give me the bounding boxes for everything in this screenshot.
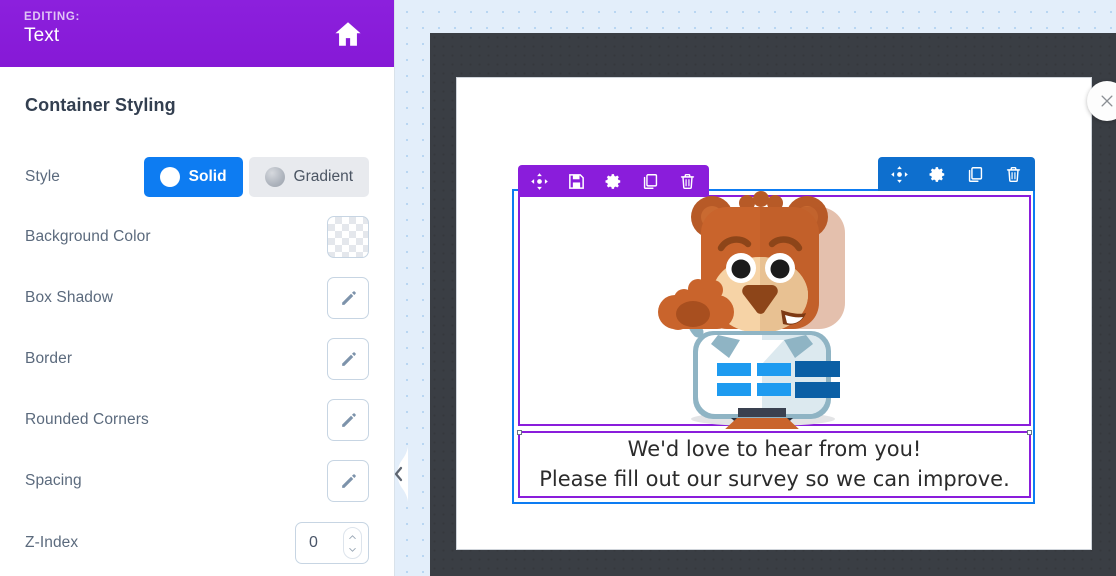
text-line-2: Please fill out our survey so we can imp… [539, 466, 1010, 491]
pencil-icon [341, 473, 356, 488]
move-icon[interactable] [530, 172, 549, 191]
outer-container-toolbar [878, 157, 1035, 191]
pencil-icon [341, 412, 356, 427]
canvas-area: We'd love to hear from you! Please fill … [395, 0, 1116, 576]
style-option-gradient-label: Gradient [293, 168, 353, 185]
z-index-arrows[interactable] [343, 527, 362, 559]
style-segmented-control: Solid Gradient [143, 157, 369, 197]
border-edit-button[interactable] [327, 338, 369, 380]
chevron-down-icon [349, 547, 356, 552]
row-label-style: Style [25, 168, 60, 185]
row-background-color: Background Color [25, 216, 369, 258]
row-style: Style Solid Gradient [25, 156, 369, 198]
row-label-z-index: Z-Index [25, 534, 79, 551]
page-title: Container Styling [25, 95, 176, 115]
copy-icon[interactable] [966, 165, 985, 184]
resize-handle-top-right[interactable] [1027, 430, 1032, 435]
solid-circle-icon [159, 167, 180, 187]
page-canvas[interactable]: We'd love to hear from you! Please fill … [456, 77, 1092, 550]
move-icon[interactable] [890, 165, 909, 184]
gear-icon[interactable] [928, 165, 947, 184]
z-index-stepper[interactable]: 0 [295, 522, 369, 564]
row-label-border: Border [25, 350, 73, 367]
trash-icon[interactable] [1004, 165, 1023, 184]
pencil-icon [341, 351, 356, 366]
gradient-circle-icon [264, 167, 285, 187]
gear-icon[interactable] [604, 172, 623, 191]
text-line-1: We'd love to hear from you! [627, 436, 922, 461]
device-preview-frame: We'd love to hear from you! Please fill … [430, 33, 1116, 576]
close-x-icon [1101, 95, 1113, 107]
row-border: Border [25, 338, 369, 380]
row-z-index: Z-Index 0 [25, 522, 369, 564]
editing-header: EDITING: Text [0, 0, 394, 67]
rounded-corners-edit-button[interactable] [327, 399, 369, 441]
styling-sidebar: EDITING: Text Container Styling Style So… [0, 0, 395, 576]
style-option-solid-label: Solid [188, 168, 227, 185]
waving-bear-mascot-image[interactable] [635, 187, 885, 429]
row-label-background-color: Background Color [25, 228, 151, 245]
row-box-shadow: Box Shadow [25, 277, 369, 319]
sidebar-collapse-handle[interactable] [384, 446, 408, 502]
z-index-value: 0 [309, 534, 318, 551]
image-element-selection[interactable] [518, 165, 1031, 429]
chevron-up-icon [349, 534, 356, 539]
row-spacing: Spacing [25, 460, 369, 502]
resize-handle-top-left[interactable] [517, 430, 522, 435]
row-rounded-corners: Rounded Corners [25, 399, 369, 441]
style-option-gradient[interactable]: Gradient [248, 157, 369, 197]
save-icon[interactable] [567, 172, 586, 191]
outer-container-selection[interactable]: We'd love to hear from you! Please fill … [512, 157, 1035, 504]
row-label-spacing: Spacing [25, 472, 82, 489]
pencil-icon [341, 290, 356, 305]
style-option-solid[interactable]: Solid [143, 157, 243, 197]
row-label-box-shadow: Box Shadow [25, 289, 114, 306]
box-shadow-edit-button[interactable] [327, 277, 369, 319]
spacing-edit-button[interactable] [327, 460, 369, 502]
background-color-swatch[interactable] [327, 216, 369, 258]
home-icon[interactable] [332, 18, 364, 50]
row-label-rounded-corners: Rounded Corners [25, 411, 149, 428]
text-element-selection[interactable]: We'd love to hear from you! Please fill … [517, 430, 1032, 498]
